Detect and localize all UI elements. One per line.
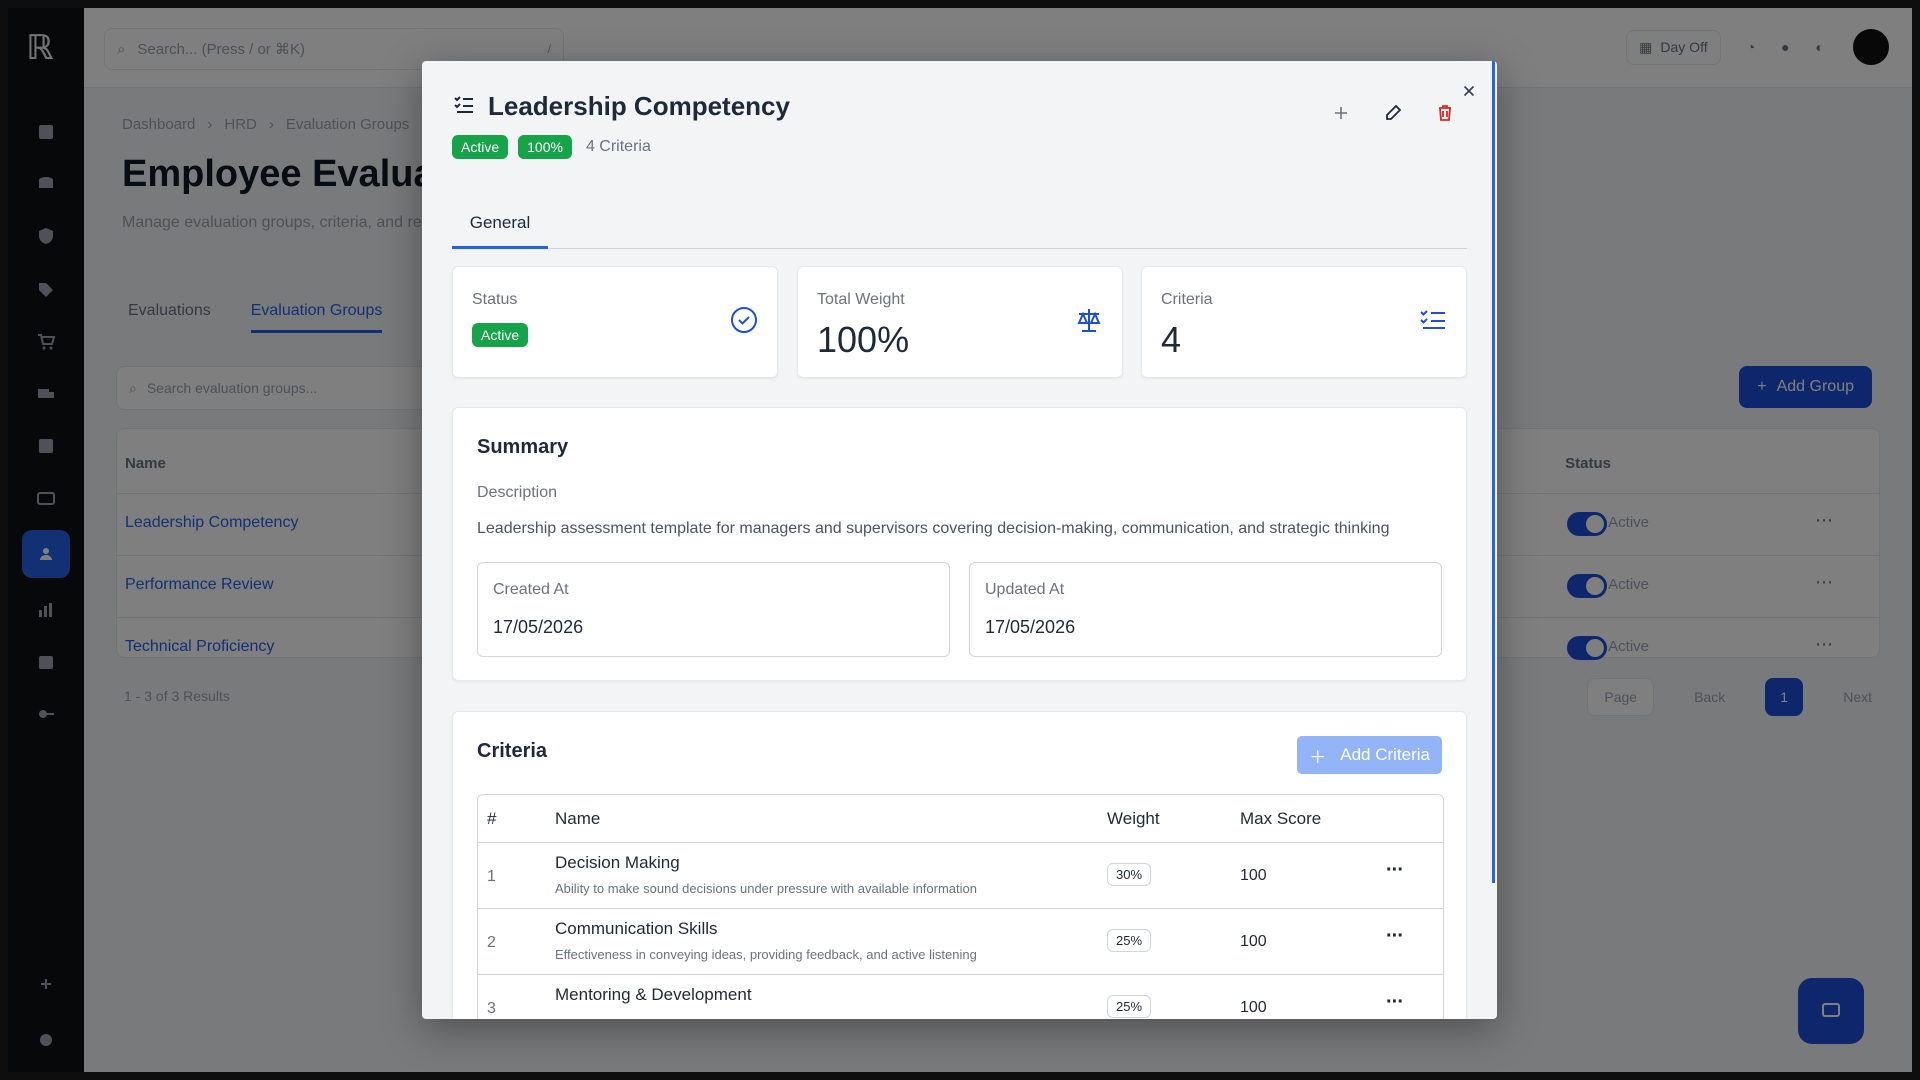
weight-badge: 30% bbox=[1107, 863, 1152, 886]
modal-tabs: General bbox=[452, 209, 1467, 249]
column-header-name: Name bbox=[555, 809, 601, 828]
table-header: # Name Weight Max Score bbox=[478, 795, 1443, 843]
row-index: 2 bbox=[487, 934, 496, 951]
updated-at-box: Updated At 17/05/2026 bbox=[969, 562, 1442, 657]
description-text: Leadership assessment template for manag… bbox=[477, 520, 1390, 537]
criteria-card: Criteria 4 bbox=[1141, 266, 1467, 378]
column-header-index: # bbox=[487, 809, 497, 828]
table-row[interactable]: 2 Communication Skills Effectiveness in … bbox=[478, 909, 1443, 975]
add-criteria-button[interactable]: ＋ Add Criteria bbox=[1297, 736, 1442, 774]
row-index: 3 bbox=[487, 1000, 496, 1017]
criteria-card-section: Criteria ＋ Add Criteria # Name Weight Ma… bbox=[452, 711, 1467, 1019]
status-card-badge: Active bbox=[472, 323, 529, 347]
weight-badge: 25% bbox=[1107, 995, 1152, 1018]
max-score: 100 bbox=[1240, 933, 1267, 950]
created-at-value: 17/05/2026 bbox=[493, 617, 584, 637]
add-criteria-label: Add Criteria bbox=[1340, 745, 1430, 764]
check-circle-icon bbox=[729, 305, 759, 335]
status-card-label: Status bbox=[472, 291, 518, 308]
status-badge: Active bbox=[452, 135, 509, 159]
weight-badge: 25% bbox=[1107, 929, 1152, 952]
criteria-table: # Name Weight Max Score 1 Decision Makin… bbox=[477, 794, 1444, 1019]
checklist-icon bbox=[1418, 305, 1448, 335]
created-at-label: Created At bbox=[493, 581, 569, 598]
close-icon[interactable] bbox=[1457, 79, 1481, 103]
more-icon[interactable]: ··· bbox=[1386, 925, 1404, 948]
max-score: 100 bbox=[1240, 867, 1267, 884]
criteria-card-label: Criteria bbox=[1161, 291, 1213, 308]
table-row[interactable]: 3 Mentoring & Development 25% 100 ··· bbox=[478, 975, 1443, 1019]
table-row[interactable]: 1 Decision Making Ability to make sound … bbox=[478, 843, 1443, 909]
summary-title: Summary bbox=[477, 436, 569, 458]
created-at-box: Created At 17/05/2026 bbox=[477, 562, 950, 657]
summary-card: Summary Description Leadership assessmen… bbox=[452, 407, 1467, 681]
more-icon[interactable]: ··· bbox=[1386, 859, 1404, 882]
updated-at-value: 17/05/2026 bbox=[985, 617, 1076, 637]
weight-card-label: Total Weight bbox=[817, 291, 905, 308]
plus-icon: ＋ bbox=[1309, 747, 1327, 767]
add-icon[interactable] bbox=[1329, 101, 1353, 125]
criteria-name: Mentoring & Development bbox=[555, 985, 752, 1004]
description-label: Description bbox=[477, 484, 558, 501]
weight-badge: 100% bbox=[518, 135, 572, 159]
edit-icon[interactable] bbox=[1381, 101, 1405, 125]
updated-at-label: Updated At bbox=[985, 581, 1065, 598]
column-header-weight: Weight bbox=[1107, 809, 1160, 828]
scrollbar[interactable] bbox=[1492, 61, 1495, 883]
criteria-name: Communication Skills bbox=[555, 919, 718, 938]
total-weight-card: Total Weight 100% bbox=[797, 266, 1123, 378]
group-detail-modal: Leadership Competency Active 100% 4 Crit… bbox=[422, 61, 1497, 1019]
weight-card-value: 100% bbox=[817, 319, 910, 360]
criteria-description: Ability to make sound decisions under pr… bbox=[555, 881, 977, 896]
criteria-card-value: 4 bbox=[1161, 319, 1182, 360]
trash-icon[interactable] bbox=[1433, 101, 1457, 125]
tab-general[interactable]: General bbox=[452, 209, 548, 249]
max-score: 100 bbox=[1240, 999, 1267, 1016]
criteria-name: Decision Making bbox=[555, 853, 680, 872]
status-card: Status Active bbox=[452, 266, 778, 378]
more-icon[interactable]: ··· bbox=[1386, 991, 1404, 1014]
criteria-description: Effectiveness in conveying ideas, provid… bbox=[555, 947, 977, 962]
column-header-max-score: Max Score bbox=[1240, 809, 1322, 828]
row-index: 1 bbox=[487, 868, 496, 885]
scale-icon bbox=[1074, 305, 1104, 335]
checklist-icon bbox=[452, 92, 476, 121]
criteria-title: Criteria bbox=[477, 740, 548, 762]
criteria-count: 4 Criteria bbox=[585, 138, 651, 155]
modal-title: Leadership Competency bbox=[488, 91, 790, 121]
